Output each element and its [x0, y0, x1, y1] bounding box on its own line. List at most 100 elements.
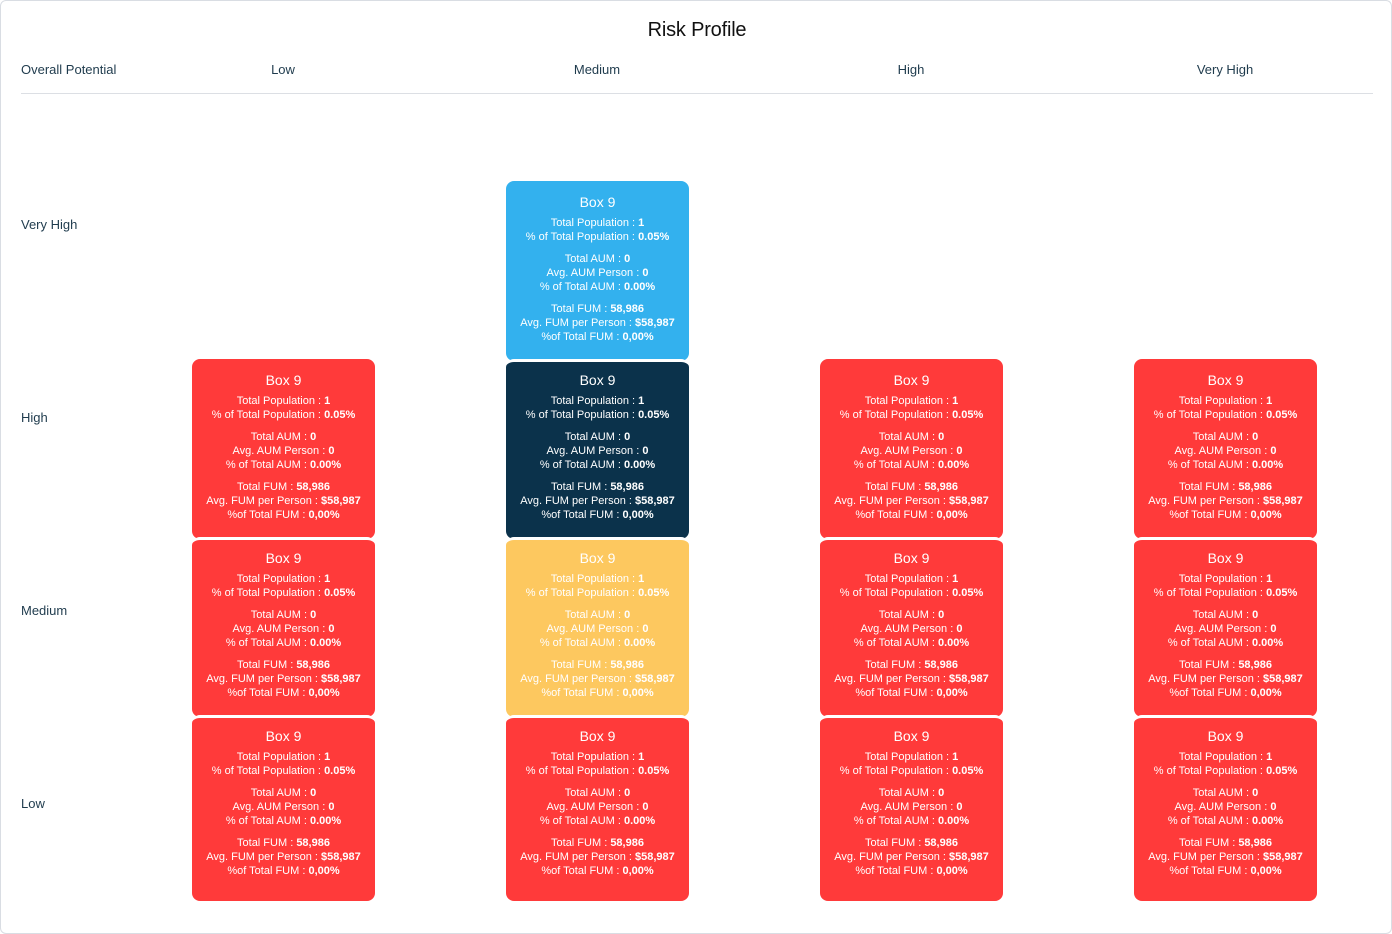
box-title: Box 9	[893, 728, 930, 744]
aum-group: Total AUM : 0 Avg. AUM Person : 0 % of T…	[506, 430, 689, 472]
total-fum-line: Total FUM : 58,986	[865, 481, 958, 493]
box-title: Box 9	[579, 550, 616, 566]
pct-total-aum-line: % of Total AUM : 0.00%	[1167, 459, 1284, 471]
box-title: Box 9	[265, 550, 302, 566]
pct-total-population-line: % of Total Population : 0.05%	[211, 409, 356, 421]
page-title: Risk Profile	[647, 19, 747, 41]
pct-total-population-line: % of Total Population : 0.05%	[839, 765, 984, 777]
aum-group: Total AUM : 0 Avg. AUM Person : 0 % of T…	[192, 430, 375, 472]
column-header-very-high: Very High	[1196, 62, 1254, 77]
pct-total-population-line: % of Total Population : 0.05%	[211, 587, 356, 599]
box-low-medium[interactable]: Box 9 Total Population : 1 % of Total Po…	[506, 715, 689, 901]
pct-total-fum-line: %of Total FUM : 0,00%	[1169, 509, 1282, 521]
box-low-high[interactable]: Box 9 Total Population : 1 % of Total Po…	[820, 715, 1003, 901]
pct-total-population-line: % of Total Population : 0.05%	[839, 409, 984, 421]
row-label-low: Low	[21, 796, 45, 811]
total-population-line: Total Population : 1	[236, 573, 331, 585]
total-population-line: Total Population : 1	[550, 217, 645, 229]
pct-total-fum-line: %of Total FUM : 0,00%	[541, 509, 654, 521]
box-high-medium[interactable]: Box 9 Total Population : 1 % of Total Po…	[506, 359, 689, 539]
population-group: Total Population : 1 % of Total Populati…	[820, 394, 1003, 422]
total-fum-line: Total FUM : 58,986	[237, 659, 330, 671]
total-population-line: Total Population : 1	[1178, 751, 1273, 763]
box-medium-very-high[interactable]: Box 9 Total Population : 1 % of Total Po…	[1134, 537, 1317, 717]
aum-group: Total AUM : 0 Avg. AUM Person : 0 % of T…	[820, 430, 1003, 472]
row-label-medium: Medium	[21, 603, 68, 618]
avg-aum-line: Avg. AUM Person : 0	[1174, 445, 1277, 457]
box-title: Box 9	[579, 728, 616, 744]
fum-group: Total FUM : 58,986 Avg. FUM per Person :…	[506, 836, 689, 878]
box-high-very-high[interactable]: Box 9 Total Population : 1 % of Total Po…	[1134, 359, 1317, 539]
pct-total-fum-line: %of Total FUM : 0,00%	[1169, 687, 1282, 699]
fum-group: Total FUM : 58,986 Avg. FUM per Person :…	[820, 836, 1003, 878]
box-very-high-medium[interactable]: Box 9 Total Population : 1 % of Total Po…	[506, 181, 689, 361]
total-aum-line: Total AUM : 0	[564, 431, 631, 443]
aum-group: Total AUM : 0 Avg. AUM Person : 0 % of T…	[192, 608, 375, 650]
avg-aum-line: Avg. AUM Person : 0	[860, 623, 963, 635]
fum-group: Total FUM : 58,986 Avg. FUM per Person :…	[192, 658, 375, 700]
aum-group: Total AUM : 0 Avg. AUM Person : 0 % of T…	[1134, 430, 1317, 472]
total-population-line: Total Population : 1	[864, 751, 959, 763]
pct-total-fum-line: %of Total FUM : 0,00%	[855, 687, 968, 699]
avg-aum-line: Avg. AUM Person : 0	[860, 445, 963, 457]
box-title: Box 9	[265, 728, 302, 744]
total-population-line: Total Population : 1	[236, 395, 331, 407]
pct-total-population-line: % of Total Population : 0.05%	[1153, 409, 1298, 421]
avg-fum-line: Avg. FUM per Person : $58,987	[206, 851, 361, 863]
total-fum-line: Total FUM : 58,986	[551, 303, 644, 315]
box-high-high[interactable]: Box 9 Total Population : 1 % of Total Po…	[820, 359, 1003, 539]
avg-fum-line: Avg. FUM per Person : $58,987	[834, 495, 989, 507]
avg-aum-line: Avg. AUM Person : 0	[232, 623, 335, 635]
total-aum-line: Total AUM : 0	[250, 787, 317, 799]
pct-total-fum-line: %of Total FUM : 0,00%	[1169, 865, 1282, 877]
pct-total-aum-line: % of Total AUM : 0.00%	[539, 459, 656, 471]
pct-total-aum-line: % of Total AUM : 0.00%	[225, 459, 342, 471]
pct-total-aum-line: % of Total AUM : 0.00%	[225, 815, 342, 827]
avg-fum-line: Avg. FUM per Person : $58,987	[206, 495, 361, 507]
box-low-low[interactable]: Box 9 Total Population : 1 % of Total Po…	[192, 715, 375, 901]
population-group: Total Population : 1 % of Total Populati…	[820, 750, 1003, 778]
population-group: Total Population : 1 % of Total Populati…	[506, 394, 689, 422]
avg-fum-line: Avg. FUM per Person : $58,987	[1148, 673, 1303, 685]
avg-aum-line: Avg. AUM Person : 0	[1174, 801, 1277, 813]
box-low-very-high[interactable]: Box 9 Total Population : 1 % of Total Po…	[1134, 715, 1317, 901]
population-group: Total Population : 1 % of Total Populati…	[1134, 572, 1317, 600]
fum-group: Total FUM : 58,986 Avg. FUM per Person :…	[192, 480, 375, 522]
pct-total-aum-line: % of Total AUM : 0.00%	[853, 637, 970, 649]
row-label-high: High	[21, 410, 48, 425]
total-fum-line: Total FUM : 58,986	[865, 837, 958, 849]
aum-group: Total AUM : 0 Avg. AUM Person : 0 % of T…	[506, 252, 689, 294]
total-fum-line: Total FUM : 58,986	[237, 481, 330, 493]
total-population-line: Total Population : 1	[550, 573, 645, 585]
box-title: Box 9	[893, 550, 930, 566]
pct-total-aum-line: % of Total AUM : 0.00%	[539, 815, 656, 827]
population-group: Total Population : 1 % of Total Populati…	[506, 216, 689, 244]
pct-total-aum-line: % of Total AUM : 0.00%	[853, 815, 970, 827]
avg-aum-line: Avg. AUM Person : 0	[1174, 623, 1277, 635]
box-medium-low[interactable]: Box 9 Total Population : 1 % of Total Po…	[192, 537, 375, 717]
pct-total-fum-line: %of Total FUM : 0,00%	[227, 865, 340, 877]
box-title: Box 9	[893, 372, 930, 388]
fum-group: Total FUM : 58,986 Avg. FUM per Person :…	[1134, 836, 1317, 878]
box-title: Box 9	[1207, 728, 1244, 744]
avg-fum-line: Avg. FUM per Person : $58,987	[520, 851, 675, 863]
avg-aum-line: Avg. AUM Person : 0	[546, 623, 649, 635]
box-title: Box 9	[579, 194, 616, 210]
pct-total-aum-line: % of Total AUM : 0.00%	[539, 637, 656, 649]
population-group: Total Population : 1 % of Total Populati…	[1134, 750, 1317, 778]
total-fum-line: Total FUM : 58,986	[237, 837, 330, 849]
avg-fum-line: Avg. FUM per Person : $58,987	[1148, 495, 1303, 507]
total-population-line: Total Population : 1	[236, 751, 331, 763]
pct-total-population-line: % of Total Population : 0.05%	[1153, 765, 1298, 777]
total-population-line: Total Population : 1	[864, 395, 959, 407]
box-high-low[interactable]: Box 9 Total Population : 1 % of Total Po…	[192, 359, 375, 539]
box-medium-medium[interactable]: Box 9 Total Population : 1 % of Total Po…	[506, 537, 689, 717]
total-fum-line: Total FUM : 58,986	[1179, 481, 1272, 493]
aum-group: Total AUM : 0 Avg. AUM Person : 0 % of T…	[192, 786, 375, 828]
aum-group: Total AUM : 0 Avg. AUM Person : 0 % of T…	[820, 608, 1003, 650]
avg-fum-line: Avg. FUM per Person : $58,987	[834, 851, 989, 863]
population-group: Total Population : 1 % of Total Populati…	[192, 572, 375, 600]
population-group: Total Population : 1 % of Total Populati…	[506, 572, 689, 600]
total-fum-line: Total FUM : 58,986	[1179, 837, 1272, 849]
box-medium-high[interactable]: Box 9 Total Population : 1 % of Total Po…	[820, 537, 1003, 717]
